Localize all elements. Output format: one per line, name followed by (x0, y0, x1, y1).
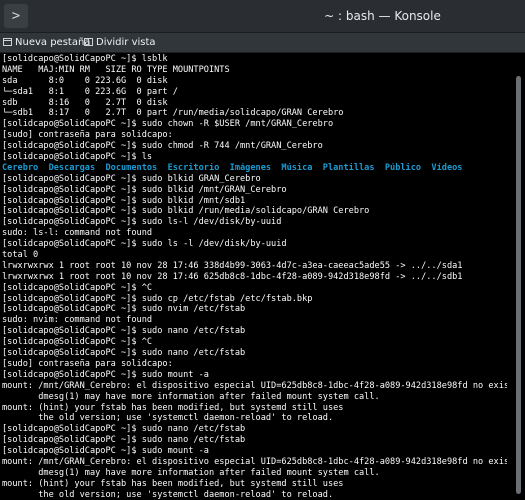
terminal-line: the old version; use 'systemctl daemon-r… (2, 489, 334, 500)
terminal-line: [solidcapo@SolidCapoPC ~]$ sudo nano /et… (2, 435, 246, 446)
terminal-line: mount: /mnt/GRAN_Cerebro: el dispositivo… (2, 456, 507, 467)
new-tab-button[interactable]: Nueva pestaña (3, 33, 90, 52)
terminal-line: [solidcapo@SolidCapoPC ~]$ sudo blkid /m… (2, 184, 287, 195)
terminal-line: [solidcapo@SolidCapoPC ~]$ sudo cp /etc/… (2, 293, 313, 304)
terminal-line: [solidcapo@SolidCapoPC ~]$ sudo blkid GR… (2, 173, 261, 184)
terminal-line: mount: (hint) your fstab has been modifi… (2, 402, 344, 413)
terminal-line: [solidcapo@SolidCapoPC ~]$ sudo ls-l /de… (2, 217, 282, 228)
toolbar: Nueva pestaña Dividir vista (0, 33, 525, 53)
terminal-line: [solidcapo@SolidCapoPC ~]$ sudo mount -a (2, 446, 209, 457)
directory-listing: Cerebro Descargas Documentos Escritorio … (2, 162, 463, 173)
terminal-line: mount: (hint) your fstab has been modifi… (2, 478, 344, 489)
split-view-icon (84, 38, 93, 46)
terminal-line: [solidcapo@SolidCapoPC ~]$ sudo nano /et… (2, 348, 246, 359)
terminal-line: sudo: ls-l: command not found (2, 228, 153, 239)
terminal-line: └─sda1 8:1 0 223.6G 0 part / (2, 86, 178, 97)
terminal-line: NAME MAJ:MIN RM SIZE RO TYPE MOUNTPOINTS (2, 64, 230, 75)
terminal-line: [sudo] contraseña para solidcapo: (2, 358, 173, 369)
title-bar[interactable]: > ~ : bash — Konsole (0, 0, 525, 33)
terminal-line: dmesg(1) may have more information after… (2, 467, 380, 478)
terminal-line: [solidcapo@SolidCapoPC ~]$ ls (2, 152, 153, 163)
terminal-line: [solidcapo@SolidCapoPC ~]$ sudo nano /et… (2, 424, 246, 435)
window-title: ~ : bash — Konsole (324, 9, 441, 23)
terminal-output[interactable]: [solidcapo@SolidCapoPC ~]$ lsblk NAME MAJ… (0, 54, 525, 500)
terminal-line: sudo: nvim: command not found (2, 315, 153, 326)
terminal-line: dmesg(1) may have more information after… (2, 391, 380, 402)
terminal-scrollbar[interactable] (511, 54, 525, 500)
terminal-line: [solidcapo@SolidCapoPC ~]$ sudo blkid /r… (2, 206, 370, 217)
split-view-label: Dividir vista (96, 37, 156, 48)
terminal-line: mount: /mnt/GRAN_Cerebro: el dispositivo… (2, 380, 507, 391)
scrollbar-thumb[interactable] (516, 76, 521, 494)
terminal-line: [sudo] contraseña para solidcapo: (2, 130, 173, 141)
terminal-line: [solidcapo@SolidCapoPC ~]$ sudo ls -l /d… (2, 239, 287, 250)
terminal-line: [solidcapo@SolidCapoPC ~]$ sudo chmod -R… (2, 141, 323, 152)
konsole-window: > ~ : bash — Konsole Nueva pestaña Divid… (0, 0, 525, 500)
terminal-line: [solidcapo@SolidCapoPC ~]$ sudo blkid /m… (2, 195, 246, 206)
terminal-line: [solidcapo@SolidCapoPC ~]$ ^C (2, 337, 153, 348)
terminal-line: [solidcapo@SolidCapoPC ~]$ sudo mount -a (2, 369, 209, 380)
terminal-line: lrwxrwxrwx 1 root root 10 nov 28 17:46 3… (2, 260, 463, 271)
terminal-line: [solidcapo@SolidCapoPC ~]$ sudo nano /et… (2, 326, 246, 337)
terminal-line: └─sdb1 8:17 0 2.7T 0 part /run/media/sol… (2, 108, 344, 119)
terminal-line: [solidcapo@SolidCapoPC ~]$ sudo nvim /et… (2, 304, 246, 315)
new-tab-icon (3, 38, 12, 46)
terminal-prompt-icon[interactable]: > (4, 4, 28, 28)
terminal-line: the old version; use 'systemctl daemon-r… (2, 413, 334, 424)
terminal-line: total 0 (2, 250, 39, 261)
terminal-line: Cerebro Descargas Documentos Escritorio … (2, 163, 507, 174)
terminal-line: sdb 8:16 0 2.7T 0 disk (2, 97, 168, 108)
split-view-button[interactable]: Dividir vista (84, 33, 156, 52)
terminal-line: lrwxrwxrwx 1 root root 10 nov 28 17:46 6… (2, 271, 463, 282)
terminal-lines: [solidcapo@SolidCapoPC ~]$ lsblk NAME MAJ… (2, 54, 507, 500)
new-tab-label: Nueva pestaña (15, 37, 91, 48)
terminal-line: [solidcapo@SolidCapoPC ~]$ sudo chown -R… (2, 119, 334, 130)
terminal-line: [solidcapo@SolidCapoPC ~]$ ^C (2, 282, 153, 293)
terminal-line: sda 8:0 0 223.6G 0 disk (2, 75, 168, 86)
terminal-line: [solidcapo@SolidCapoPC ~]$ lsblk (2, 54, 168, 64)
